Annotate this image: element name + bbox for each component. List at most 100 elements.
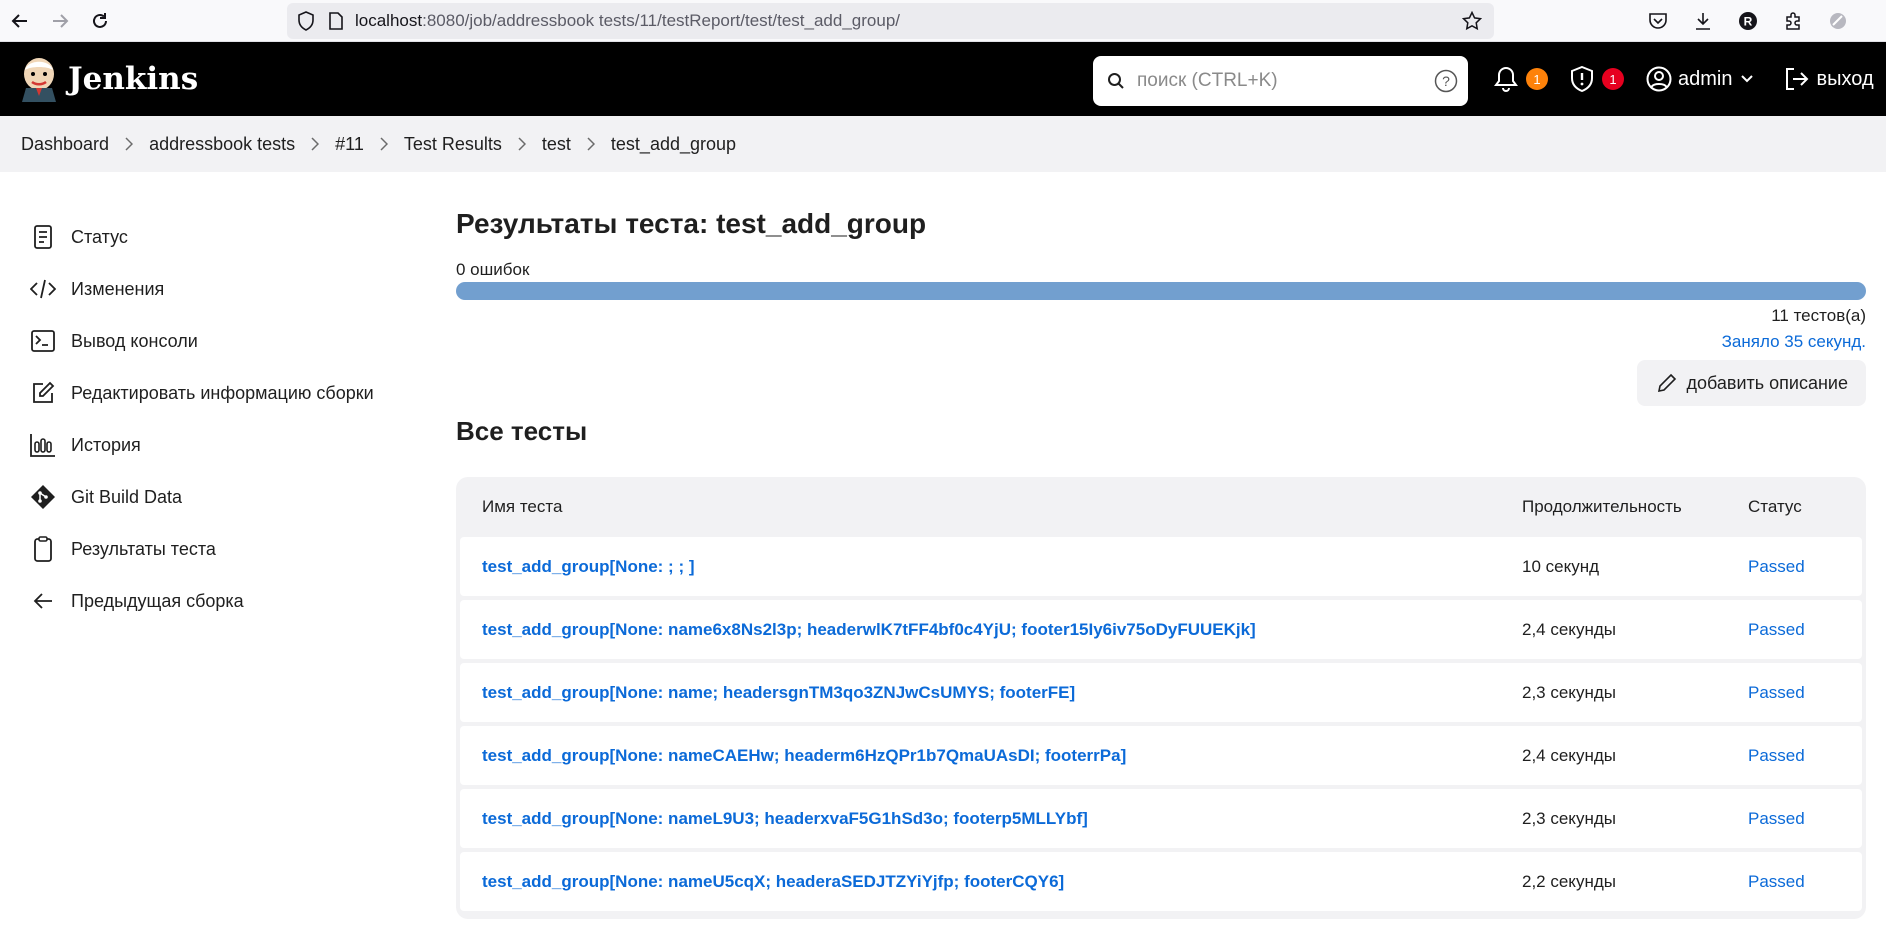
sidebar-item-history[interactable]: История bbox=[30, 419, 430, 471]
browser-toolbar: localhost:8080/job/addressbook tests/11/… bbox=[0, 0, 1886, 42]
column-header-name[interactable]: Имя теста bbox=[460, 497, 1522, 517]
menu-icon[interactable] bbox=[1860, 0, 1886, 42]
sidebar-item-previous-build[interactable]: Предыдущая сборка bbox=[30, 575, 430, 627]
jenkins-title[interactable]: Jenkins bbox=[68, 61, 198, 97]
breadcrumb-class[interactable]: test_add_group bbox=[611, 134, 736, 155]
test-duration: 2,2 секунды bbox=[1522, 871, 1616, 891]
table-row: test_add_group[None: nameL9U3; headerxva… bbox=[460, 789, 1862, 848]
sidebar-item-changes[interactable]: Изменения bbox=[30, 263, 430, 315]
test-status[interactable]: Passed bbox=[1748, 872, 1858, 892]
search-box[interactable]: ? bbox=[1093, 56, 1468, 106]
arrow-left-icon bbox=[30, 588, 56, 614]
pocket-icon[interactable] bbox=[1635, 0, 1680, 42]
column-header-status[interactable]: Статус bbox=[1748, 497, 1858, 517]
notifications-button[interactable]: 1 bbox=[1494, 66, 1548, 92]
logout-icon bbox=[1786, 68, 1809, 90]
test-progress-bar bbox=[456, 282, 1866, 300]
bookmark-star-icon[interactable] bbox=[1462, 11, 1482, 31]
test-status[interactable]: Passed bbox=[1748, 746, 1858, 766]
main-content: Результаты теста: test_add_group 0 ошибо… bbox=[456, 172, 1866, 919]
column-header-duration[interactable]: Продолжительность bbox=[1522, 497, 1748, 517]
sidebar-item-edit-build-info[interactable]: Редактировать информацию сборки bbox=[30, 367, 430, 419]
progress-fill bbox=[456, 282, 1866, 300]
chevron-right-icon[interactable] bbox=[380, 137, 388, 151]
test-status[interactable]: Passed bbox=[1748, 683, 1858, 703]
chevron-right-icon[interactable] bbox=[587, 137, 595, 151]
user-menu[interactable]: admin bbox=[1646, 66, 1754, 92]
table-row: test_add_group[None: name; headersgnTM3q… bbox=[460, 663, 1862, 722]
address-bar[interactable]: localhost:8080/job/addressbook tests/11/… bbox=[287, 3, 1494, 39]
breadcrumb-job[interactable]: addressbook tests bbox=[149, 134, 295, 155]
git-icon bbox=[30, 484, 56, 510]
tests-table: Имя теста Продолжительность Статус test_… bbox=[456, 477, 1866, 919]
page-icon[interactable] bbox=[329, 12, 343, 30]
test-duration: 2,4 секунды bbox=[1522, 745, 1616, 765]
shield-alert-icon bbox=[1571, 66, 1593, 92]
page-title: Результаты теста: test_add_group bbox=[456, 208, 927, 239]
sidebar-item-label: Предыдущая сборка bbox=[71, 590, 244, 611]
extensions-icon[interactable] bbox=[1770, 0, 1815, 42]
pencil-icon bbox=[1657, 373, 1676, 393]
test-status[interactable]: Passed bbox=[1748, 557, 1858, 577]
jenkins-logo[interactable]: Jenkins bbox=[20, 56, 198, 102]
search-icon bbox=[1107, 72, 1125, 90]
sidebar-item-test-results[interactable]: Результаты теста bbox=[30, 523, 430, 575]
chevron-down-icon[interactable] bbox=[1740, 74, 1754, 84]
test-duration: 2,3 секунды bbox=[1522, 682, 1616, 702]
test-name-link[interactable]: test_add_group[None: ; ; ] bbox=[460, 557, 1522, 577]
extension-r-icon[interactable]: R bbox=[1725, 0, 1770, 42]
notifications-badge: 1 bbox=[1526, 68, 1548, 90]
reload-icon[interactable] bbox=[80, 0, 120, 42]
sidebar: Статус Изменения Вывод консоли Редактиро… bbox=[30, 211, 430, 627]
shield-icon[interactable] bbox=[297, 11, 315, 31]
help-icon[interactable]: ? bbox=[1434, 69, 1458, 93]
all-tests-heading: Все тесты bbox=[456, 416, 588, 446]
user-name[interactable]: admin bbox=[1678, 68, 1732, 91]
breadcrumb-dashboard[interactable]: Dashboard bbox=[21, 134, 109, 155]
terminal-icon bbox=[30, 328, 56, 354]
sidebar-item-label: История bbox=[71, 434, 141, 455]
test-name-link[interactable]: test_add_group[None: nameL9U3; headerxva… bbox=[460, 809, 1522, 829]
chevron-right-icon[interactable] bbox=[311, 137, 320, 151]
bell-icon bbox=[1494, 66, 1518, 92]
security-button[interactable]: 1 bbox=[1570, 66, 1624, 92]
test-name-link[interactable]: test_add_group[None: name; headersgnTM3q… bbox=[460, 683, 1522, 703]
logout-button[interactable]: выход bbox=[1784, 67, 1874, 91]
sidebar-item-console[interactable]: Вывод консоли bbox=[30, 315, 430, 367]
test-status[interactable]: Passed bbox=[1748, 809, 1858, 829]
breadcrumb-build[interactable]: #11 bbox=[335, 134, 364, 155]
forward-icon[interactable] bbox=[40, 0, 80, 42]
logout-label[interactable]: выход bbox=[1816, 68, 1873, 91]
add-description-button[interactable]: добавить описание bbox=[1636, 360, 1866, 406]
sidebar-item-git-build-data[interactable]: Git Build Data bbox=[30, 471, 430, 523]
duration-link[interactable]: Заняло 35 секунд. bbox=[456, 332, 1866, 352]
test-name-link[interactable]: test_add_group[None: name6x8Ns2l3p; head… bbox=[460, 620, 1522, 640]
download-icon[interactable] bbox=[1680, 0, 1725, 42]
breadcrumb-test-results[interactable]: Test Results bbox=[404, 134, 502, 155]
profile-icon[interactable] bbox=[1815, 0, 1860, 42]
svg-text:R: R bbox=[1743, 15, 1752, 29]
tests-count: 11 тестов(а) bbox=[1771, 306, 1866, 325]
sidebar-item-label: Статус bbox=[71, 226, 128, 247]
chevron-right-icon[interactable] bbox=[125, 137, 134, 151]
code-icon bbox=[30, 276, 56, 302]
test-status[interactable]: Passed bbox=[1748, 620, 1858, 640]
add-description-label: добавить описание bbox=[1686, 372, 1849, 393]
user-icon bbox=[1646, 66, 1672, 92]
test-name-link[interactable]: test_add_group[None: nameU5cqX; headeraS… bbox=[460, 872, 1522, 892]
table-row: test_add_group[None: nameCAEHw; headerm6… bbox=[460, 726, 1862, 785]
search-input[interactable] bbox=[1137, 70, 1417, 92]
security-badge: 1 bbox=[1602, 68, 1624, 90]
test-name-link[interactable]: test_add_group[None: nameCAEHw; headerm6… bbox=[460, 746, 1522, 766]
chevron-right-icon[interactable] bbox=[518, 137, 526, 151]
sidebar-item-label: Git Build Data bbox=[71, 486, 183, 507]
document-icon bbox=[30, 224, 56, 250]
back-icon[interactable] bbox=[0, 0, 40, 42]
edit-icon bbox=[30, 380, 56, 406]
url-text[interactable]: localhost:8080/job/addressbook tests/11/… bbox=[355, 11, 900, 31]
breadcrumb-package[interactable]: test bbox=[542, 134, 571, 155]
failures-count: 0 ошибок bbox=[456, 260, 530, 279]
sidebar-item-status[interactable]: Статус bbox=[30, 211, 430, 263]
sidebar-item-label: Изменения bbox=[71, 278, 165, 299]
test-duration: 2,4 секунды bbox=[1522, 619, 1616, 639]
